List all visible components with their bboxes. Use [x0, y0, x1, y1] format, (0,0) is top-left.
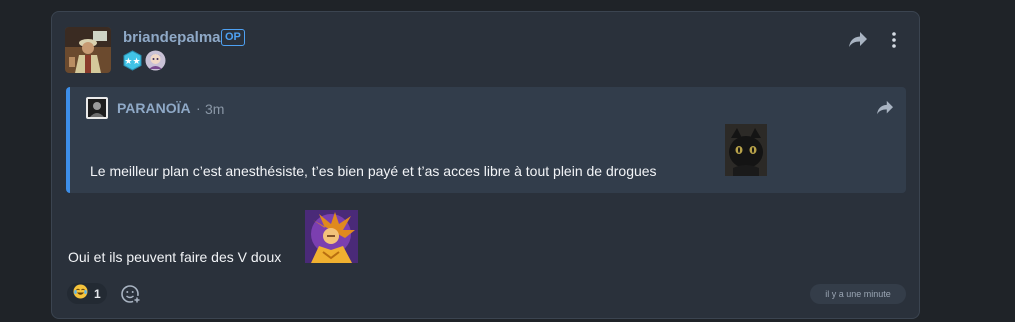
post-text: Oui et ils peuvent faire des V doux: [68, 249, 282, 265]
black-cat-sticker-image: [725, 124, 767, 176]
post-timestamp: il y a une minute: [810, 284, 906, 304]
quote-separator: ·: [196, 100, 201, 116]
svg-text:★★: ★★: [124, 57, 140, 67]
laughing-tears-emoji-icon: [73, 284, 88, 304]
quote-author-username[interactable]: PARANOÏA: [117, 100, 191, 116]
share-icon[interactable]: [848, 31, 868, 54]
anime-character-badge-icon[interactable]: [145, 50, 166, 71]
author-avatar[interactable]: [65, 27, 111, 73]
quote-time: 3m: [205, 101, 225, 117]
quote-text: Le meilleur plan c’est anesthésiste, t’e…: [90, 163, 657, 179]
add-reaction-icon[interactable]: [120, 283, 142, 305]
reaction-button[interactable]: 1: [67, 283, 107, 304]
post-card: briandepalma OP ★★ PARANOÏA · 3m Le meil…: [51, 11, 920, 319]
op-badge: OP: [221, 29, 245, 46]
quote-share-icon[interactable]: [876, 100, 894, 121]
more-options-icon[interactable]: [890, 31, 898, 54]
quoted-message: PARANOÏA · 3m Le meilleur plan c’est ane…: [66, 87, 906, 193]
reaction-count: 1: [94, 286, 101, 301]
hexagon-stars-badge-icon[interactable]: ★★: [122, 50, 143, 71]
golden-warrior-sticker-image: [305, 210, 358, 263]
author-username[interactable]: briandepalma: [123, 29, 221, 46]
quote-author-avatar[interactable]: [86, 97, 108, 119]
